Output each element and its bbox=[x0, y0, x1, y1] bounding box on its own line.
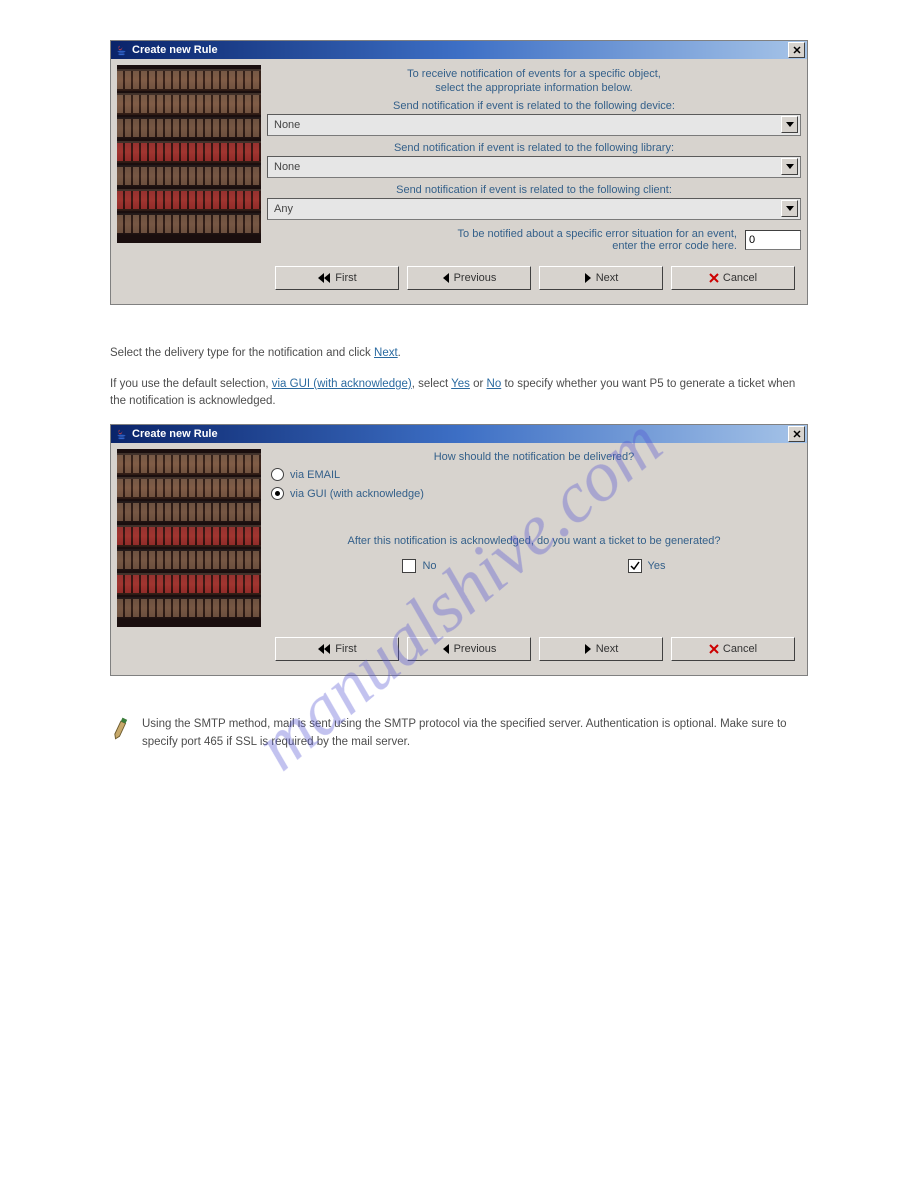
next-icon bbox=[584, 644, 592, 654]
checkbox-no[interactable] bbox=[402, 559, 416, 573]
client-dropdown[interactable]: Any bbox=[267, 198, 801, 220]
radio-email[interactable] bbox=[271, 468, 284, 481]
dialog-create-rule-1: Create new Rule To receive notification … bbox=[110, 40, 808, 305]
prose-step: Select the delivery type for the notific… bbox=[110, 345, 808, 362]
radio-gui-label: via GUI (with acknowledge) bbox=[290, 488, 424, 500]
checkbox-no-row[interactable]: No bbox=[402, 559, 436, 573]
radio-gui-row[interactable]: via GUI (with acknowledge) bbox=[267, 484, 801, 503]
dialog-title: Create new Rule bbox=[132, 44, 218, 56]
titlebar: Create new Rule bbox=[111, 425, 807, 443]
previous-button[interactable]: Previous bbox=[407, 266, 531, 290]
next-button[interactable]: Next bbox=[539, 266, 663, 290]
next-icon bbox=[584, 273, 592, 283]
link-next[interactable]: Next bbox=[374, 347, 398, 359]
cancel-button[interactable]: Cancel bbox=[671, 266, 795, 290]
dropdown-arrow-icon bbox=[781, 116, 798, 133]
checkbox-yes-label: Yes bbox=[648, 560, 666, 572]
errorcode-label: To be notified about a specific error si… bbox=[458, 228, 737, 252]
errorcode-input[interactable] bbox=[745, 230, 801, 250]
link-no[interactable]: No bbox=[487, 378, 502, 390]
dialog-create-rule-2: Create new Rule How should the notificat… bbox=[110, 424, 808, 676]
dropdown-arrow-icon bbox=[781, 200, 798, 217]
wizard-graphic bbox=[117, 449, 261, 627]
java-icon bbox=[115, 428, 128, 441]
button-row: First Previous Next Cancel bbox=[117, 627, 801, 669]
library-label: Send notification if event is related to… bbox=[267, 140, 801, 156]
cancel-button[interactable]: Cancel bbox=[671, 637, 795, 661]
rewind-icon bbox=[317, 273, 331, 283]
first-button[interactable]: First bbox=[275, 266, 399, 290]
prose-para2: If you use the default selection, via GU… bbox=[110, 376, 808, 411]
titlebar: Create new Rule bbox=[111, 41, 807, 59]
note-block: Using the SMTP method, mail is sent usin… bbox=[110, 716, 808, 751]
close-button[interactable] bbox=[788, 42, 805, 58]
prev-icon bbox=[442, 273, 450, 283]
client-value: Any bbox=[274, 203, 293, 215]
library-value: None bbox=[274, 161, 300, 173]
checkbox-yes[interactable] bbox=[628, 559, 642, 573]
next-button[interactable]: Next bbox=[539, 637, 663, 661]
radio-email-label: via EMAIL bbox=[290, 469, 340, 481]
radio-email-row[interactable]: via EMAIL bbox=[267, 465, 801, 484]
dialog-title: Create new Rule bbox=[132, 428, 218, 440]
button-row: First Previous Next Cancel bbox=[117, 256, 801, 298]
client-label: Send notification if event is related to… bbox=[267, 182, 801, 198]
first-button[interactable]: First bbox=[275, 637, 399, 661]
previous-button[interactable]: Previous bbox=[407, 637, 531, 661]
checkbox-yes-row[interactable]: Yes bbox=[628, 559, 666, 573]
cancel-icon bbox=[709, 273, 719, 283]
link-yes[interactable]: Yes bbox=[451, 378, 470, 390]
checkbox-no-label: No bbox=[422, 560, 436, 572]
radio-gui[interactable] bbox=[271, 487, 284, 500]
cancel-icon bbox=[709, 644, 719, 654]
java-icon bbox=[115, 44, 128, 57]
dropdown-arrow-icon bbox=[781, 158, 798, 175]
device-dropdown[interactable]: None bbox=[267, 114, 801, 136]
delivery-question: How should the notification be delivered… bbox=[267, 449, 801, 465]
pencil-note-icon bbox=[107, 713, 135, 741]
note-text: Using the SMTP method, mail is sent usin… bbox=[142, 716, 808, 751]
link-via-gui[interactable]: via GUI (with acknowledge) bbox=[272, 378, 412, 390]
close-icon bbox=[793, 46, 801, 54]
device-label: Send notification if event is related to… bbox=[267, 98, 801, 114]
library-dropdown[interactable]: None bbox=[267, 156, 801, 178]
wizard-graphic bbox=[117, 65, 261, 243]
close-icon bbox=[793, 430, 801, 438]
rewind-icon bbox=[317, 644, 331, 654]
ack-question: After this notification is acknowledged,… bbox=[267, 533, 801, 549]
intro-text: To receive notification of events for a … bbox=[267, 65, 801, 98]
prev-icon bbox=[442, 644, 450, 654]
device-value: None bbox=[274, 119, 300, 131]
close-button[interactable] bbox=[788, 426, 805, 442]
